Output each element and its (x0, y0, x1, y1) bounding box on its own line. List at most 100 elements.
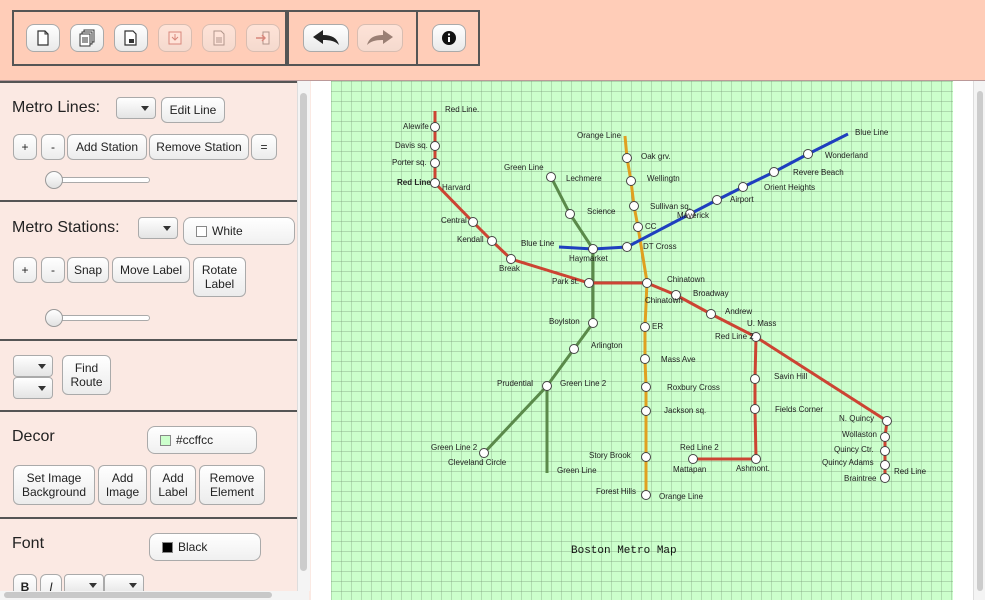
station-label[interactable]: Davis sq. (395, 141, 428, 150)
remove-line-button[interactable]: - (41, 134, 65, 160)
station-wonderland[interactable] (803, 149, 813, 159)
edit-line-button[interactable]: Edit Line (161, 97, 225, 123)
save-map-button[interactable] (114, 24, 148, 52)
line-label[interactable]: Red Line 2 (680, 443, 719, 452)
station-chinatown[interactable] (642, 278, 652, 288)
station-label[interactable]: Quincy Adams (822, 458, 874, 467)
line-label[interactable]: Orange Line (659, 492, 704, 501)
station-radius-slider-track[interactable] (48, 315, 150, 321)
station-wellingtn[interactable] (626, 176, 636, 186)
line-label[interactable]: Red Line 2 (715, 332, 754, 341)
set-image-background-button[interactable]: Set Image Background (13, 465, 95, 505)
station-label[interactable]: Prudential (497, 379, 533, 388)
station-sullivan-sq[interactable] (629, 201, 639, 211)
line-label[interactable]: Green Line 2 (560, 379, 607, 388)
export-button[interactable] (202, 24, 236, 52)
station-label[interactable]: Break (499, 264, 521, 273)
map-vertical-scrollbar[interactable] (973, 81, 985, 600)
move-label-button[interactable]: Move Label (112, 257, 190, 283)
station-label[interactable]: Revere Beach (793, 168, 844, 177)
station-ashmont[interactable] (751, 454, 761, 464)
station-andrew[interactable] (706, 309, 716, 319)
station-kendall[interactable] (487, 236, 497, 246)
station-central[interactable] (468, 217, 478, 227)
station-er[interactable] (640, 322, 650, 332)
station-label[interactable]: Broadway (693, 289, 729, 298)
station-label[interactable]: Fields Corner (775, 405, 823, 414)
station-prudential[interactable] (542, 381, 552, 391)
italic-button[interactable]: I (40, 574, 62, 591)
line-label[interactable]: Red Line (894, 467, 927, 476)
line-label[interactable]: Green Line 2 (431, 443, 478, 452)
save-as-button[interactable] (158, 24, 192, 52)
font-color-picker[interactable]: Black (149, 533, 261, 561)
station-label[interactable]: Wellingtn (647, 174, 680, 183)
rotate-label-button[interactable]: Rotate Label (193, 257, 246, 297)
station-fields-corner[interactable] (750, 404, 760, 414)
station-savin-hill[interactable] (750, 374, 760, 384)
station-dt-cross[interactable] (622, 242, 632, 252)
station-quincy-ctr[interactable] (880, 446, 890, 456)
line-label[interactable]: Green Line (557, 466, 597, 475)
station-break[interactable] (506, 254, 516, 264)
metro-station-select[interactable] (138, 217, 178, 239)
add-station-button[interactable]: Add Station (67, 134, 147, 160)
station-n-quincy[interactable] (882, 416, 892, 426)
about-button[interactable] (432, 24, 466, 52)
station-color-picker[interactable]: White (183, 217, 295, 245)
station-davis-sq[interactable] (430, 141, 440, 151)
line-label[interactable]: Blue Line (855, 128, 889, 137)
station-label[interactable]: Science (587, 207, 616, 216)
map-title[interactable]: Boston Metro Map (571, 545, 677, 557)
station-label[interactable]: Braintree (844, 474, 877, 483)
line-label[interactable]: Red Line (397, 178, 431, 187)
station-mass-ave[interactable] (640, 354, 650, 364)
station-label[interactable]: DT Cross (643, 242, 677, 251)
line-thickness-slider-thumb[interactable] (45, 171, 63, 189)
station-label[interactable]: Haymarket (569, 254, 608, 263)
station-label[interactable]: Boylston (549, 317, 580, 326)
station-label[interactable]: ER (652, 322, 663, 331)
map-canvas-area[interactable]: Red Line. Orange Line Blue Line Green Li… (311, 81, 973, 600)
station-haymarket[interactable] (588, 244, 598, 254)
station-label[interactable]: U. Mass (747, 319, 776, 328)
station-label[interactable]: Quincy Ctr. (834, 445, 874, 454)
load-map-button[interactable] (70, 24, 104, 52)
station-arlington[interactable] (569, 344, 579, 354)
left-panel-horizontal-scrollbar[interactable] (0, 591, 309, 600)
station-label[interactable]: Harvard (442, 183, 470, 192)
station-jackson-sq[interactable] (641, 406, 651, 416)
route-end-select[interactable] (13, 377, 53, 399)
font-size-select[interactable] (104, 574, 144, 591)
station-label[interactable]: Forest Hills (596, 487, 636, 496)
station-label[interactable]: Jackson sq. (664, 406, 706, 415)
station-boylston[interactable] (588, 318, 598, 328)
station-label[interactable]: Wonderland (825, 151, 868, 160)
station-label[interactable]: Lechmere (566, 174, 602, 183)
station-label[interactable]: Mass Ave (661, 355, 696, 364)
metro-line-select[interactable] (116, 97, 156, 119)
station-mattapan[interactable] (688, 454, 698, 464)
station-label[interactable]: Alewife (403, 122, 429, 131)
station-revere-beach[interactable] (769, 167, 779, 177)
background-color-picker[interactable]: #ccffcc (147, 426, 257, 454)
list-stations-button[interactable]: = (251, 134, 277, 160)
line-label[interactable]: Green Line (504, 163, 544, 172)
station-story-brook[interactable] (641, 452, 651, 462)
station-label[interactable]: Park st. (552, 277, 579, 286)
new-map-button[interactable] (26, 24, 60, 52)
station-harvard[interactable] (430, 178, 440, 188)
route-start-select[interactable] (13, 355, 53, 377)
station-label[interactable]: CC (645, 222, 657, 231)
station-alewife[interactable] (430, 122, 440, 132)
remove-element-button[interactable]: Remove Element (199, 465, 265, 505)
station-roxbury-cross[interactable] (641, 382, 651, 392)
station-label[interactable]: Cleveland Circle (448, 458, 507, 467)
station-label[interactable]: Roxbury Cross (667, 383, 720, 392)
add-label-button[interactable]: Add Label (150, 465, 196, 505)
line-label[interactable]: Blue Line (521, 239, 555, 248)
station-label[interactable]: Savin Hill (774, 372, 808, 381)
station-label[interactable]: Central (441, 216, 467, 225)
station-label[interactable]: N. Quincy (839, 414, 874, 423)
remove-station-button[interactable]: Remove Station (149, 134, 249, 160)
